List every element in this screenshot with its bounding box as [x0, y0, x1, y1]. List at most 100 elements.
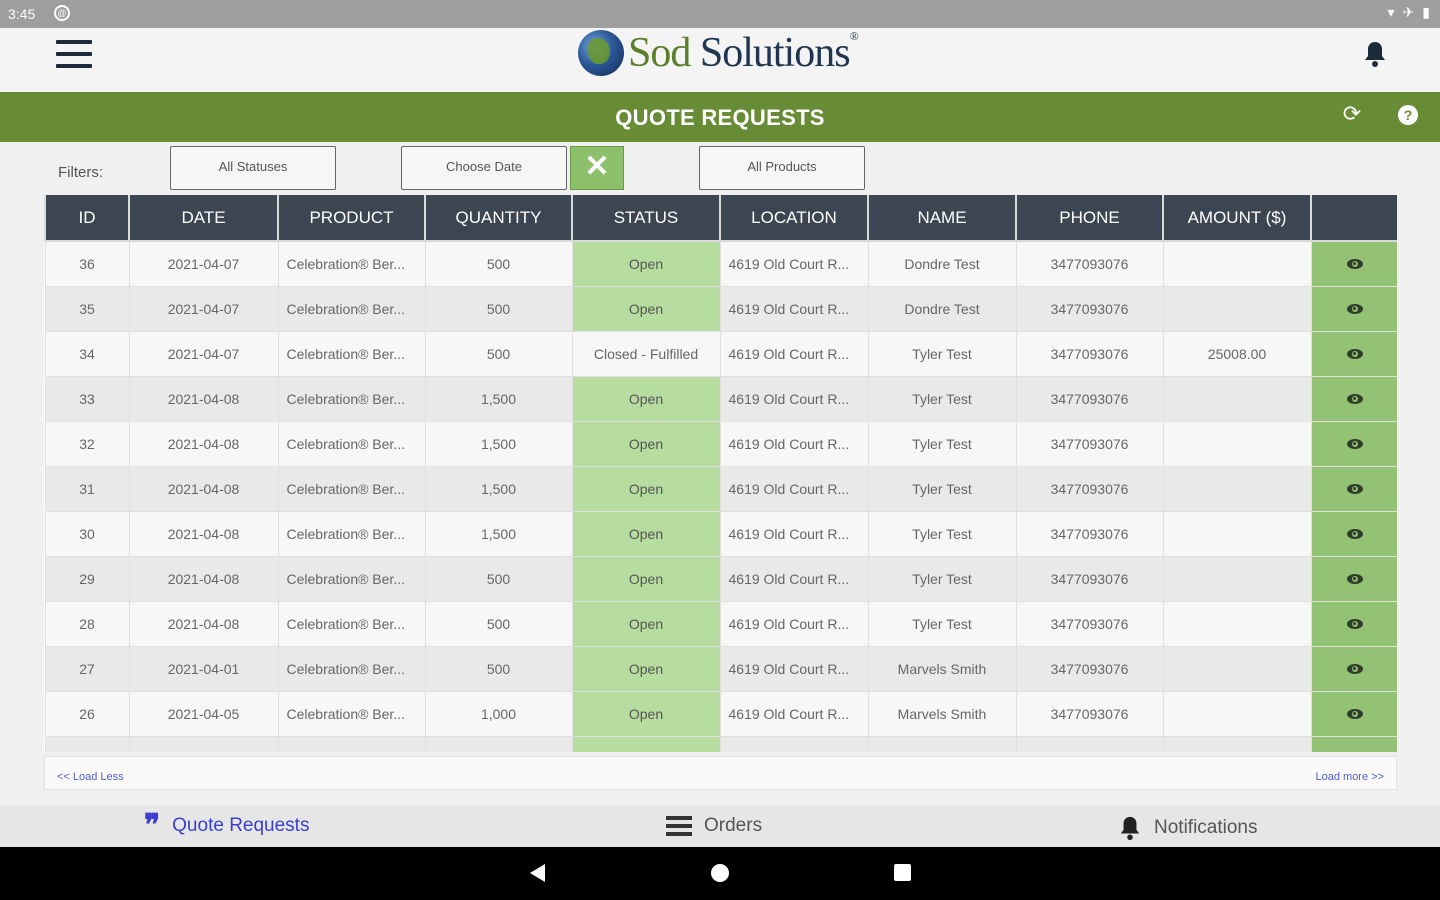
cell-id: 36: [44, 240, 130, 287]
table-row[interactable]: 26 2021-04-05 Celebration® Ber... 1,000 Open…: [44, 690, 1397, 737]
cell-status: Closed - Fulfilled: [571, 330, 721, 377]
cell-phone: 3477093076: [1015, 735, 1164, 752]
view-button[interactable]: [1310, 555, 1397, 602]
product-filter-button[interactable]: All Products: [699, 146, 865, 190]
column-header-product[interactable]: PRODUCT: [277, 195, 426, 242]
cell-product: Celebration® Ber...: [277, 420, 426, 467]
home-icon[interactable]: [711, 864, 729, 882]
nav-notifications[interactable]: Notifications: [1118, 815, 1258, 841]
filters-bar: Filters: All Statuses Choose Date ✕ All …: [0, 142, 1440, 196]
refresh-icon[interactable]: ⟳: [1340, 102, 1364, 126]
cell-quantity: 1,000: [424, 690, 573, 737]
column-header-location[interactable]: LOCATION: [719, 195, 869, 242]
table-row[interactable]: 29 2021-04-08 Celebration® Ber... 500 Open 46…: [44, 555, 1397, 602]
cell-product: Celebration® Ber...: [277, 600, 426, 647]
clear-date-button[interactable]: ✕: [570, 146, 624, 190]
table-row[interactable]: 33 2021-04-08 Celebration® Ber... 1,500 Open…: [44, 375, 1397, 422]
status-filter-button[interactable]: All Statuses: [170, 146, 336, 190]
cell-quantity: 1,500: [424, 465, 573, 512]
airplane-icon: ✈: [1402, 4, 1415, 20]
eye-icon: [1346, 258, 1363, 269]
view-button[interactable]: [1310, 510, 1397, 557]
cell-product: Celebration® Ber...: [277, 690, 426, 737]
cell-amount: 25008.00: [1162, 330, 1312, 377]
back-icon[interactable]: [530, 864, 545, 882]
cell-name: Tyler Test: [867, 510, 1017, 557]
bottom-navigation: ❞ Quote Requests Orders Notifications: [0, 805, 1440, 847]
eye-icon: [1346, 303, 1363, 314]
view-button[interactable]: [1310, 420, 1397, 467]
cell-name: Marvels Smith: [867, 735, 1017, 752]
cell-name: Dondre Test: [867, 285, 1017, 332]
column-header-status[interactable]: STATUS: [571, 195, 721, 242]
cell-quantity: 1,500: [424, 420, 573, 467]
eye-icon: [1346, 573, 1363, 584]
table-row[interactable]: 31 2021-04-08 Celebration® Ber... 1,500 Open…: [44, 465, 1397, 512]
cell-product: Celebration® Ber...: [277, 465, 426, 512]
eye-icon: [1346, 528, 1363, 539]
cell-quantity: 500: [424, 645, 573, 692]
cell-date: 2021-04-07: [128, 285, 279, 332]
column-header-name[interactable]: NAME: [867, 195, 1017, 242]
cell-date: 2021-04-08: [128, 465, 279, 512]
nav-orders[interactable]: Orders: [666, 815, 762, 837]
view-button[interactable]: [1310, 330, 1397, 377]
quote-icon: ❞: [144, 808, 161, 843]
hamburger-icon[interactable]: [56, 40, 92, 72]
recent-apps-icon[interactable]: [894, 864, 911, 881]
cell-status: Open: [571, 690, 721, 737]
column-header-date[interactable]: DATE: [128, 195, 279, 242]
battery-icon: ▮: [1422, 4, 1430, 20]
cell-product: Celebration® Ber...: [277, 240, 426, 287]
bell-icon: [1120, 816, 1140, 840]
table-row[interactable]: 252021-04-01Celebration® Ber...1,000Open…: [44, 735, 1397, 752]
view-button[interactable]: [1310, 690, 1397, 737]
view-button[interactable]: [1310, 600, 1397, 647]
view-button[interactable]: [1310, 240, 1397, 287]
table-row[interactable]: 30 2021-04-08 Celebration® Ber... 1,500 Open…: [44, 510, 1397, 557]
table-row[interactable]: 32 2021-04-08 Celebration® Ber... 1,500 Open…: [44, 420, 1397, 467]
cell-location: 4619 Old Court R...: [719, 420, 869, 467]
column-header-phone[interactable]: PHONE: [1015, 195, 1164, 242]
cell-status: Open: [571, 555, 721, 602]
view-button[interactable]: [1310, 285, 1397, 332]
table-row[interactable]: 27 2021-04-01 Celebration® Ber... 500 Open 46…: [44, 645, 1397, 692]
cell-amount: [1162, 420, 1312, 467]
nav-notifications-label: Notifications: [1154, 817, 1258, 838]
cell-phone: 3477093076: [1015, 240, 1164, 287]
date-filter-button[interactable]: Choose Date: [401, 146, 567, 190]
cell-location: 4619 Old Court R...: [719, 375, 869, 422]
cell-name: Marvels Smith: [867, 645, 1017, 692]
column-header-amount[interactable]: AMOUNT ($): [1162, 195, 1312, 242]
view-button[interactable]: [1310, 645, 1397, 692]
cell-quantity: 500: [424, 285, 573, 332]
table-row[interactable]: 36 2021-04-07 Celebration® Ber... 500 Open 46…: [44, 240, 1397, 287]
cell-phone: 3477093076: [1015, 690, 1164, 737]
cell-id: 25: [44, 735, 130, 752]
cell-status: Open: [571, 645, 721, 692]
table-row[interactable]: 34 2021-04-07 Celebration® Ber... 500 Closed…: [44, 330, 1397, 377]
page-title: QUOTE REQUESTS: [615, 105, 825, 130]
cell-product: Celebration® Ber...: [277, 645, 426, 692]
view-button[interactable]: [1310, 465, 1397, 512]
bell-icon[interactable]: [1362, 40, 1388, 68]
cell-amount: [1162, 645, 1312, 692]
table-row[interactable]: 28 2021-04-08 Celebration® Ber... 500 Open 46…: [44, 600, 1397, 647]
eye-icon: [1346, 618, 1363, 629]
column-header-quantity[interactable]: QUANTITY: [424, 195, 573, 242]
help-icon[interactable]: ?: [1398, 105, 1418, 125]
cell-location: 4619 Old Court R...: [719, 555, 869, 602]
nav-quote-requests[interactable]: ❞ Quote Requests: [144, 808, 309, 843]
load-less-link[interactable]: << Load Less: [57, 771, 124, 783]
column-header-id[interactable]: ID: [44, 195, 130, 242]
view-button[interactable]: [1310, 375, 1397, 422]
cell-amount: [1162, 240, 1312, 287]
table-row[interactable]: 35 2021-04-07 Celebration® Ber... 500 Open 46…: [44, 285, 1397, 332]
globe-icon: [578, 30, 624, 76]
cell-location: 4619 Old Court R...: [719, 240, 869, 287]
cell-status: Open: [571, 240, 721, 287]
cell-id: 35: [44, 285, 130, 332]
cell-amount: [1162, 735, 1312, 752]
load-more-link[interactable]: Load more >>: [1316, 771, 1385, 783]
view-button[interactable]: [1310, 735, 1397, 752]
